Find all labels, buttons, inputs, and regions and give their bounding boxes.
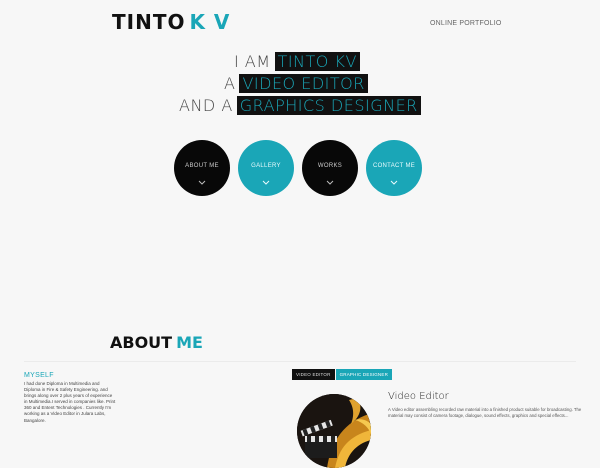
intro-line-2: A VIDEO EDITOR	[224, 74, 368, 94]
about-section-title: ABOUT ME	[110, 333, 203, 352]
contact-me-label: CONTACT ME	[372, 163, 416, 169]
about-title-main: ABOUT	[110, 333, 173, 352]
nav-circles: ABOUT ME GALLERY WORKS CONTACT ME	[0, 140, 600, 200]
intro-line-1-prefix: I AM	[234, 52, 271, 71]
skills-tabs: VIDEO EDITOR GRAPHIC DESIGNER	[292, 369, 393, 380]
logo-name: TINTO	[112, 10, 186, 34]
video-editor-description: A Video editor assembling recorded raw m…	[388, 407, 582, 419]
video-editor-image	[297, 394, 371, 468]
intro-line-3-prefix: AND A	[179, 96, 233, 115]
about-me-button[interactable]: ABOUT ME	[174, 140, 230, 196]
tab-graphic-designer[interactable]: GRAPHIC DESIGNER	[335, 369, 393, 380]
video-editor-title: Video Editor	[388, 391, 449, 402]
site-tagline: ONLINE PORTFOLIO	[430, 20, 502, 27]
gallery-button[interactable]: GALLERY	[238, 140, 294, 196]
chevron-down-icon	[390, 180, 398, 185]
myself-text: I had done Diploma in Multimedia and Dip…	[24, 381, 116, 423]
gallery-label: GALLERY	[251, 163, 281, 169]
myself-heading: MYSELF	[24, 372, 54, 379]
logo-accent: K V	[189, 10, 231, 34]
chevron-down-icon	[326, 180, 334, 185]
intro-line-1: I AM TINTO KV	[234, 52, 360, 72]
chevron-down-icon	[262, 180, 270, 185]
intro-line-3-highlight: GRAPHICS DESIGNER	[236, 96, 421, 115]
intro-line-2-prefix: A	[224, 74, 236, 93]
about-title-accent: ME	[176, 333, 203, 352]
intro-line-1-highlight: TINTO KV	[274, 52, 360, 71]
site-logo[interactable]: TINTO K V	[112, 10, 230, 34]
works-label: WORKS	[317, 163, 343, 169]
tab-video-editor[interactable]: VIDEO EDITOR	[292, 369, 335, 380]
about-me-label: ABOUT ME	[185, 163, 219, 169]
works-button[interactable]: WORKS	[302, 140, 358, 196]
film-clapper-icon	[297, 394, 371, 468]
contact-me-button[interactable]: CONTACT ME	[366, 140, 422, 196]
chevron-down-icon	[198, 180, 206, 185]
section-divider	[24, 361, 576, 362]
intro-line-2-highlight: VIDEO EDITOR	[239, 74, 368, 93]
intro-line-3: AND A GRAPHICS DESIGNER	[179, 96, 421, 116]
